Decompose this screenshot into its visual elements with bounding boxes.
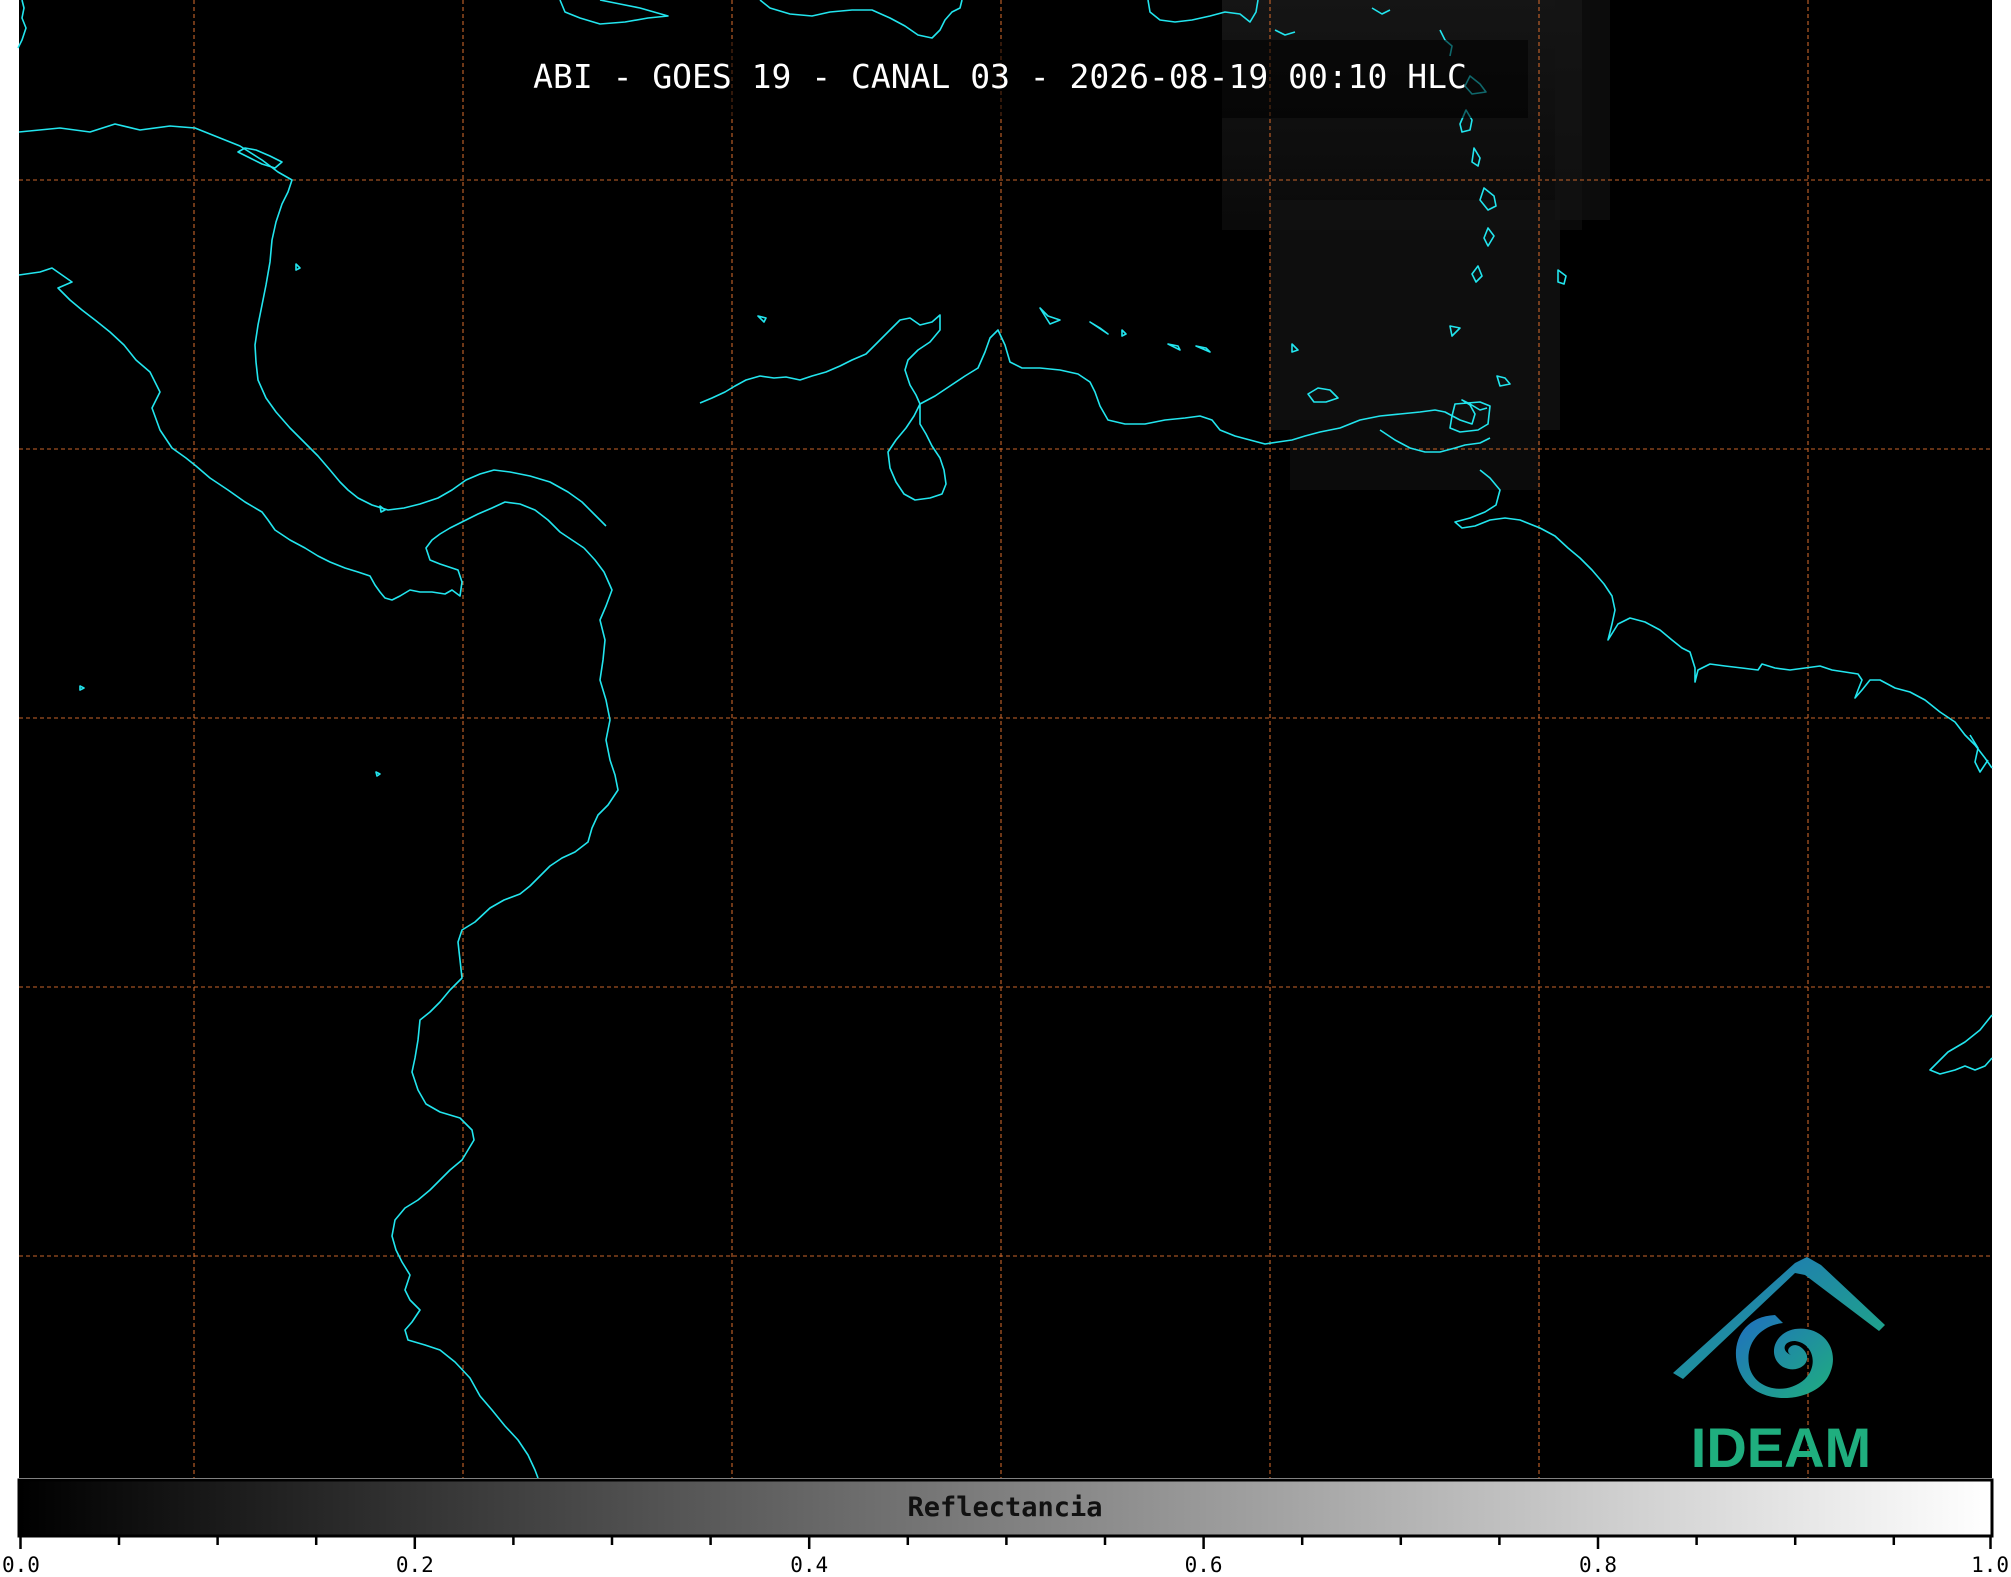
satellite-map: ABI - GOES 19 - CANAL 03 - 2026-08-19 00…	[2, 0, 2009, 1577]
map-title: ABI - GOES 19 - CANAL 03 - 2026-08-19 00…	[533, 57, 1467, 96]
tick-label-1: 0.2	[396, 1553, 434, 1577]
tick-label-0: 0.0	[2, 1553, 40, 1577]
colorbar-ticks	[19, 1536, 1992, 1549]
tick-label-2: 0.4	[790, 1553, 828, 1577]
tick-label-4: 0.8	[1579, 1553, 1617, 1577]
tick-label-3: 0.6	[1185, 1553, 1223, 1577]
colorbar: Reflectancia 0.0 0.2 0.4 0.6 0.8 1.0	[2, 1478, 2009, 1577]
colorbar-label: Reflectancia	[907, 1492, 1102, 1523]
satellite-map-panel: ABI - GOES 19 - CANAL 03 - 2026-08-19 00…	[0, 0, 2011, 1577]
colorbar-tick-labels: 0.0 0.2 0.4 0.6 0.8 1.0	[2, 1553, 2009, 1577]
logo-text: IDEAM	[1691, 1416, 1871, 1479]
title-box: ABI - GOES 19 - CANAL 03 - 2026-08-19 00…	[533, 40, 1528, 118]
tick-label-5: 1.0	[1971, 1553, 2009, 1577]
